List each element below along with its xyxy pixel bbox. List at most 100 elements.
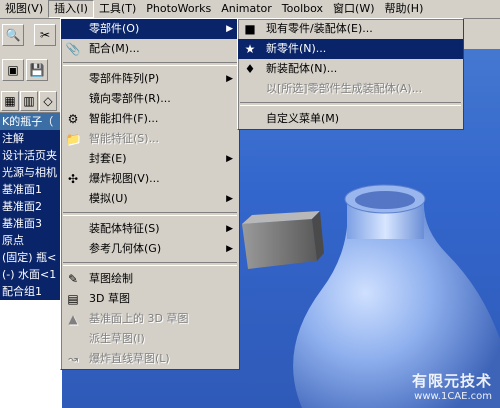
picture-icon[interactable]: ▣ bbox=[2, 59, 24, 81]
menu-item-label: 3D 草图 bbox=[89, 292, 130, 305]
tree-item[interactable]: 基准面1 bbox=[0, 181, 62, 198]
cut-icon[interactable]: ✂ bbox=[34, 24, 56, 46]
menu-item[interactable]: ✎ 草图绘制 bbox=[61, 269, 239, 289]
paperclip-icon: 📎 bbox=[65, 42, 81, 56]
new-part-icon: ★ bbox=[244, 42, 256, 56]
menu-item[interactable]: 镜向零部件(R)... bbox=[61, 89, 239, 109]
menu-item-label: 零部件阵列(P) bbox=[89, 72, 160, 85]
new-assembly-icon: ♦ bbox=[244, 62, 256, 76]
submenu-arrow-icon: ▶ bbox=[226, 224, 233, 234]
menu-bar: 视图(V) 插入(I) 工具(T) PhotoWorks Animator Toolbox… bbox=[0, 0, 500, 19]
save-icon[interactable]: 💾 bbox=[26, 59, 48, 81]
menu-item-label: 智能特征(S)... bbox=[89, 132, 160, 145]
standard-toolbar: 🔍 ✂ bbox=[0, 19, 62, 49]
menubar-item[interactable]: 窗口(W) bbox=[328, 0, 379, 18]
menu-item-label: 以[所选]零部件生成装配体(A)... bbox=[266, 82, 423, 95]
menu-item-label: 草图绘制 bbox=[89, 272, 133, 285]
menu-item[interactable]: ⚙ 智能扣件(F)... bbox=[61, 109, 239, 129]
menu-item-label: 爆炸视图(V)... bbox=[89, 172, 160, 185]
tree-item[interactable]: (固定) 瓶< bbox=[0, 249, 62, 266]
menu-item[interactable]: 📎 配合(M)... bbox=[61, 39, 239, 59]
menubar-item[interactable]: Animator bbox=[216, 0, 277, 18]
tree-item[interactable]: 设计活页夹 bbox=[0, 147, 62, 164]
submenu-arrow-icon: ▶ bbox=[226, 244, 233, 254]
tree-item[interactable]: 注解 bbox=[0, 130, 62, 147]
menu-item: ↝ 爆炸直线草图(L) bbox=[61, 349, 239, 369]
menu-item-label: 新装配体(N)... bbox=[266, 62, 338, 75]
feature-manager-tree: ▦ ▥ ◇ K的瓶子（ 注解 设计活页夹 光源与相机 基准面1 基准面2 基准面3 原点 (固定… bbox=[0, 90, 62, 408]
watermark-cn: 有限元技术 bbox=[411, 372, 492, 390]
property-icon[interactable]: ▥ bbox=[20, 91, 38, 111]
menu-separator bbox=[63, 62, 237, 66]
watermark: 有限元技术 www.1CAE.com bbox=[412, 370, 492, 402]
menu-item[interactable]: ★ 新零件(N)... bbox=[238, 39, 463, 59]
tree-item[interactable]: K的瓶子（ bbox=[0, 113, 62, 130]
menu-item-label: 智能扣件(F)... bbox=[89, 112, 159, 125]
sketch-icon: ✎ bbox=[67, 272, 79, 286]
menu-separator bbox=[240, 102, 461, 106]
menu-item-label: 零部件(O) bbox=[89, 22, 140, 35]
menu-item-label: 镜向零部件(R)... bbox=[89, 92, 171, 105]
zoom-icon[interactable]: 🔍 bbox=[2, 24, 24, 46]
menu-item-label: 派生草图(I) bbox=[89, 332, 145, 345]
menu-item[interactable]: ▤ 3D 草图 bbox=[61, 289, 239, 309]
menu-item: 📁 智能特征(S)... bbox=[61, 129, 239, 149]
menubar-item[interactable]: Toolbox bbox=[277, 0, 328, 18]
tree-view-icon[interactable]: ▦ bbox=[1, 91, 19, 111]
explode-icon: ✣ bbox=[67, 172, 79, 186]
menubar-item[interactable]: 帮助(H) bbox=[380, 0, 429, 18]
explode-line-icon: ↝ bbox=[67, 352, 79, 366]
menu-item: 派生草图(I) bbox=[61, 329, 239, 349]
tree-item[interactable]: 配合组1 bbox=[0, 283, 62, 300]
existing-part-icon: ■ bbox=[244, 22, 256, 36]
menubar-item[interactable]: 视图(V) bbox=[0, 0, 48, 18]
menu-item[interactable]: ♦ 新装配体(N)... bbox=[238, 59, 463, 79]
tree-item[interactable]: 原点 bbox=[0, 232, 62, 249]
menu-separator bbox=[63, 262, 237, 266]
menu-item: 以[所选]零部件生成装配体(A)... bbox=[238, 79, 463, 99]
menu-item-label: 配合(M)... bbox=[89, 42, 140, 55]
watermark-en: www.1CAE.com bbox=[414, 391, 492, 402]
menubar-item[interactable]: 插入(I) bbox=[48, 0, 94, 18]
tree-item[interactable]: (-) 水面<1 bbox=[0, 266, 62, 283]
menu-item-label: 爆炸直线草图(L) bbox=[89, 352, 170, 365]
menu-item-label: 自定义菜单(M) bbox=[266, 112, 340, 125]
menu-item[interactable]: ■ 现有零件/装配体(E)... bbox=[238, 19, 463, 39]
menu-item[interactable]: 封套(E) ▶ bbox=[61, 149, 239, 169]
menu-item-label: 封套(E) bbox=[89, 152, 127, 165]
submenu-arrow-icon: ▶ bbox=[226, 74, 233, 84]
plane-sketch-icon: ▲ bbox=[68, 312, 78, 326]
menu-item-label: 新零件(N)... bbox=[266, 42, 327, 55]
menu-item[interactable]: 自定义菜单(M) bbox=[238, 109, 463, 129]
menu-item-label: 参考几何体(G) bbox=[89, 242, 162, 255]
menu-item[interactable]: 模拟(U) ▶ bbox=[61, 189, 239, 209]
menu-item-label: 装配体特征(S) bbox=[89, 222, 160, 235]
3d-sketch-icon: ▤ bbox=[67, 292, 79, 306]
view-toolbar: ▣ 💾 bbox=[0, 55, 62, 85]
submenu-arrow-icon: ▶ bbox=[226, 154, 233, 164]
box-part[interactable] bbox=[242, 211, 324, 269]
menu-separator bbox=[63, 212, 237, 216]
folder-icon: 📁 bbox=[65, 132, 81, 146]
menu-item[interactable]: 参考几何体(G) ▶ bbox=[61, 239, 239, 259]
menu-item-label: 模拟(U) bbox=[89, 192, 128, 205]
fastener-icon: ⚙ bbox=[67, 112, 79, 126]
menu-item[interactable]: ✣ 爆炸视图(V)... bbox=[61, 169, 239, 189]
tree-toolbar: ▦ ▥ ◇ bbox=[0, 90, 62, 113]
tree-item[interactable]: 基准面2 bbox=[0, 198, 62, 215]
menubar-item[interactable]: PhotoWorks bbox=[141, 0, 216, 18]
insert-menu: 零部件(O) ▶ 📎 配合(M)... 零部件阵列(P) ▶ 镜向零部件(R)... ⚙ 智能扣… bbox=[60, 18, 240, 370]
menu-item[interactable]: 零部件(O) ▶ bbox=[61, 19, 239, 39]
components-submenu: ■ 现有零件/装配体(E)... ★ 新零件(N)... ♦ 新装配体(N)... 以[所选… bbox=[237, 18, 464, 130]
submenu-arrow-icon: ▶ bbox=[226, 24, 233, 34]
menu-item: ▲ 基准面上的 3D 草图 bbox=[61, 309, 239, 329]
menu-item-label: 基准面上的 3D 草图 bbox=[89, 312, 189, 325]
config-icon[interactable]: ◇ bbox=[39, 91, 57, 111]
tree-item[interactable]: 基准面3 bbox=[0, 215, 62, 232]
menubar-item[interactable]: 工具(T) bbox=[94, 0, 141, 18]
menu-item[interactable]: 装配体特征(S) ▶ bbox=[61, 219, 239, 239]
tree-item[interactable]: 光源与相机 bbox=[0, 164, 62, 181]
menu-item-label: 现有零件/装配体(E)... bbox=[266, 22, 373, 35]
menu-item[interactable]: 零部件阵列(P) ▶ bbox=[61, 69, 239, 89]
submenu-arrow-icon: ▶ bbox=[226, 194, 233, 204]
